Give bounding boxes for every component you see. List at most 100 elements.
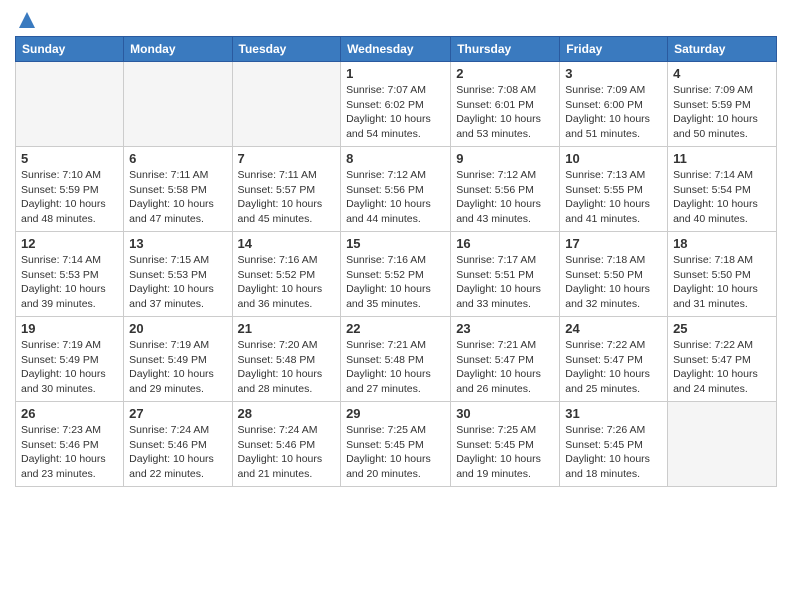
day-number: 23 — [456, 321, 554, 336]
calendar-cell: 26 Sunrise: 7:23 AMSunset: 5:46 PMDayligh… — [16, 402, 124, 487]
calendar-cell: 6Sunrise: 7:11 AMSunset: 5:58 PMDaylight… — [124, 147, 232, 232]
day-info: Sunrise: 7:20 AMSunset: 5:48 PMDaylight:… — [238, 338, 336, 397]
week-row-4: 19 Sunrise: 7:19 AMSunset: 5:49 PMDayligh… — [16, 317, 777, 402]
day-number: 10 — [565, 151, 662, 166]
day-header-friday: Friday — [560, 37, 668, 62]
day-number: 24 — [565, 321, 662, 336]
day-info: Sunrise: 7:14 AMSunset: 5:54 PMDaylight:… — [673, 168, 771, 227]
day-info: Sunrise: 7:19 AMSunset: 5:49 PMDaylight:… — [21, 338, 118, 397]
calendar-cell: 20Sunrise: 7:19 AMSunset: 5:49 PMDayligh… — [124, 317, 232, 402]
day-info: Sunrise: 7:21 AMSunset: 5:47 PMDaylight:… — [456, 338, 554, 397]
calendar-cell: 9Sunrise: 7:12 AMSunset: 5:56 PMDaylight… — [451, 147, 560, 232]
calendar-cell: 13 Sunrise: 7:15 AMSunset: 5:53 PMDayligh… — [124, 232, 232, 317]
day-header-thursday: Thursday — [451, 37, 560, 62]
calendar-cell — [232, 62, 341, 147]
day-number: 13 — [129, 236, 226, 251]
week-row-1: 1Sunrise: 7:07 AMSunset: 6:02 PMDaylight… — [16, 62, 777, 147]
day-number: 7 — [238, 151, 336, 166]
day-number: 19 — [21, 321, 118, 336]
calendar-cell: 17 Sunrise: 7:18 AMSunset: 5:50 PMDayligh… — [560, 232, 668, 317]
day-number: 20 — [129, 321, 226, 336]
day-info: Sunrise: 7:24 AMSunset: 5:46 PMDaylight:… — [238, 423, 336, 482]
day-info: Sunrise: 7:13 AMSunset: 5:55 PMDaylight:… — [565, 168, 662, 227]
calendar-table: SundayMondayTuesdayWednesdayThursdayFrid… — [15, 36, 777, 487]
day-info: Sunrise: 7:21 AMSunset: 5:48 PMDaylight:… — [346, 338, 445, 397]
calendar-cell: 18 Sunrise: 7:18 AMSunset: 5:50 PMDayligh… — [668, 232, 777, 317]
calendar-cell: 21Sunrise: 7:20 AMSunset: 5:48 PMDayligh… — [232, 317, 341, 402]
day-info: Sunrise: 7:22 AMSunset: 5:47 PMDaylight:… — [673, 338, 771, 397]
day-number: 25 — [673, 321, 771, 336]
day-info: Sunrise: 7:18 AMSunset: 5:50 PMDaylight:… — [673, 253, 771, 312]
day-number: 4 — [673, 66, 771, 81]
day-info: Sunrise: 7:18 AMSunset: 5:50 PMDaylight:… — [565, 253, 662, 312]
day-number: 17 — [565, 236, 662, 251]
calendar-cell — [124, 62, 232, 147]
calendar-cell: 16Sunrise: 7:17 AMSunset: 5:51 PMDayligh… — [451, 232, 560, 317]
day-number: 2 — [456, 66, 554, 81]
logo — [15, 10, 37, 30]
day-info: Sunrise: 7:25 AMSunset: 5:45 PMDaylight:… — [456, 423, 554, 482]
calendar-cell: 2 Sunrise: 7:08 AMSunset: 6:01 PMDaylight… — [451, 62, 560, 147]
calendar-cell: 8Sunrise: 7:12 AMSunset: 5:56 PMDaylight… — [341, 147, 451, 232]
week-row-5: 26 Sunrise: 7:23 AMSunset: 5:46 PMDayligh… — [16, 402, 777, 487]
day-header-row: SundayMondayTuesdayWednesdayThursdayFrid… — [16, 37, 777, 62]
day-info: Sunrise: 7:26 AMSunset: 5:45 PMDaylight:… — [565, 423, 662, 482]
day-number: 8 — [346, 151, 445, 166]
calendar-cell: 12 Sunrise: 7:14 AMSunset: 5:53 PMDayligh… — [16, 232, 124, 317]
day-info: Sunrise: 7:25 AMSunset: 5:45 PMDaylight:… — [346, 423, 445, 482]
day-header-monday: Monday — [124, 37, 232, 62]
calendar-cell: 4 Sunrise: 7:09 AMSunset: 5:59 PMDaylight… — [668, 62, 777, 147]
day-number: 29 — [346, 406, 445, 421]
calendar-cell: 19 Sunrise: 7:19 AMSunset: 5:49 PMDayligh… — [16, 317, 124, 402]
day-info: Sunrise: 7:10 AMSunset: 5:59 PMDaylight:… — [21, 168, 118, 227]
day-number: 28 — [238, 406, 336, 421]
day-header-tuesday: Tuesday — [232, 37, 341, 62]
calendar-cell: 11 Sunrise: 7:14 AMSunset: 5:54 PMDayligh… — [668, 147, 777, 232]
day-info: Sunrise: 7:24 AMSunset: 5:46 PMDaylight:… — [129, 423, 226, 482]
calendar-cell: 7 Sunrise: 7:11 AMSunset: 5:57 PMDaylight… — [232, 147, 341, 232]
calendar-cell: 28 Sunrise: 7:24 AMSunset: 5:46 PMDayligh… — [232, 402, 341, 487]
day-info: Sunrise: 7:12 AMSunset: 5:56 PMDaylight:… — [456, 168, 554, 227]
day-number: 11 — [673, 151, 771, 166]
calendar-cell: 24 Sunrise: 7:22 AMSunset: 5:47 PMDayligh… — [560, 317, 668, 402]
day-number: 22 — [346, 321, 445, 336]
calendar-cell: 15Sunrise: 7:16 AMSunset: 5:52 PMDayligh… — [341, 232, 451, 317]
day-header-saturday: Saturday — [668, 37, 777, 62]
calendar-cell: 31 Sunrise: 7:26 AMSunset: 5:45 PMDayligh… — [560, 402, 668, 487]
calendar-cell: 1Sunrise: 7:07 AMSunset: 6:02 PMDaylight… — [341, 62, 451, 147]
logo-icon — [17, 10, 37, 30]
day-number: 1 — [346, 66, 445, 81]
week-row-3: 12 Sunrise: 7:14 AMSunset: 5:53 PMDayligh… — [16, 232, 777, 317]
day-info: Sunrise: 7:16 AMSunset: 5:52 PMDaylight:… — [346, 253, 445, 312]
day-number: 18 — [673, 236, 771, 251]
calendar-cell: 10 Sunrise: 7:13 AMSunset: 5:55 PMDayligh… — [560, 147, 668, 232]
day-info: Sunrise: 7:16 AMSunset: 5:52 PMDaylight:… — [238, 253, 336, 312]
day-info: Sunrise: 7:17 AMSunset: 5:51 PMDaylight:… — [456, 253, 554, 312]
day-number: 5 — [21, 151, 118, 166]
day-info: Sunrise: 7:11 AMSunset: 5:57 PMDaylight:… — [238, 168, 336, 227]
day-number: 30 — [456, 406, 554, 421]
calendar-cell: 14 Sunrise: 7:16 AMSunset: 5:52 PMDayligh… — [232, 232, 341, 317]
calendar-cell: 25 Sunrise: 7:22 AMSunset: 5:47 PMDayligh… — [668, 317, 777, 402]
day-number: 26 — [21, 406, 118, 421]
day-info: Sunrise: 7:09 AMSunset: 6:00 PMDaylight:… — [565, 83, 662, 142]
day-number: 31 — [565, 406, 662, 421]
calendar-cell: 3 Sunrise: 7:09 AMSunset: 6:00 PMDaylight… — [560, 62, 668, 147]
day-number: 12 — [21, 236, 118, 251]
day-info: Sunrise: 7:11 AMSunset: 5:58 PMDaylight:… — [129, 168, 226, 227]
day-info: Sunrise: 7:08 AMSunset: 6:01 PMDaylight:… — [456, 83, 554, 142]
day-info: Sunrise: 7:23 AMSunset: 5:46 PMDaylight:… — [21, 423, 118, 482]
week-row-2: 5 Sunrise: 7:10 AMSunset: 5:59 PMDaylight… — [16, 147, 777, 232]
day-number: 3 — [565, 66, 662, 81]
day-header-wednesday: Wednesday — [341, 37, 451, 62]
calendar-cell — [16, 62, 124, 147]
day-info: Sunrise: 7:15 AMSunset: 5:53 PMDaylight:… — [129, 253, 226, 312]
calendar-cell: 5 Sunrise: 7:10 AMSunset: 5:59 PMDaylight… — [16, 147, 124, 232]
day-info: Sunrise: 7:09 AMSunset: 5:59 PMDaylight:… — [673, 83, 771, 142]
day-info: Sunrise: 7:22 AMSunset: 5:47 PMDaylight:… — [565, 338, 662, 397]
day-number: 14 — [238, 236, 336, 251]
page-header — [15, 10, 777, 30]
calendar-cell: 30 Sunrise: 7:25 AMSunset: 5:45 PMDayligh… — [451, 402, 560, 487]
day-info: Sunrise: 7:14 AMSunset: 5:53 PMDaylight:… — [21, 253, 118, 312]
calendar-cell: 29 Sunrise: 7:25 AMSunset: 5:45 PMDayligh… — [341, 402, 451, 487]
